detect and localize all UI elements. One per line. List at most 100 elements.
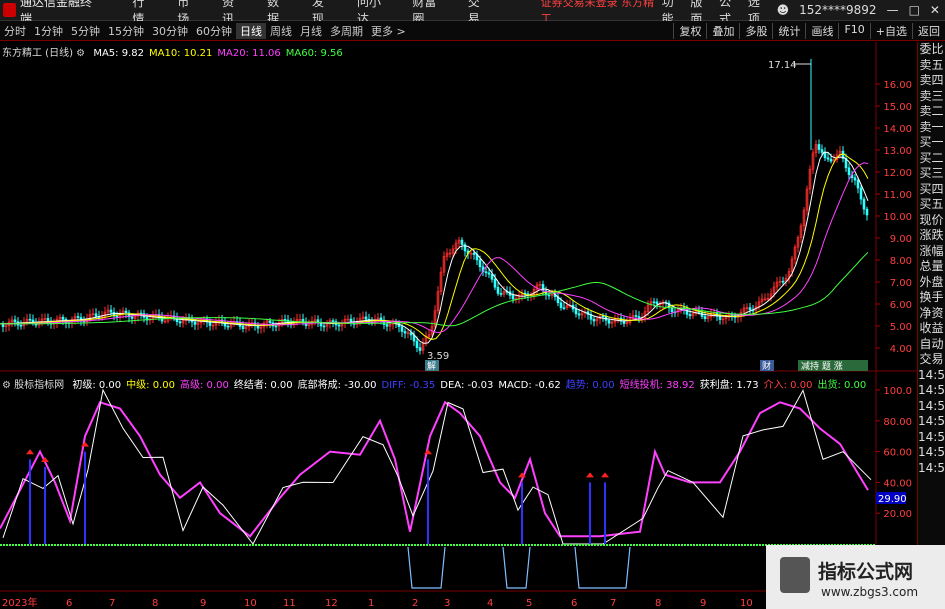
side-panel-item[interactable]: 买四 (918, 182, 945, 198)
indicator-settings-icon[interactable]: ⚙ (2, 380, 11, 391)
side-panel-item[interactable]: 总量 (918, 259, 945, 275)
period-15min[interactable]: 15分钟 (104, 23, 148, 39)
side-panel-item[interactable]: 卖一 (918, 120, 945, 136)
side-panel-item[interactable]: 收益 (918, 321, 945, 337)
period-weekly[interactable]: 周线 (266, 23, 296, 39)
side-panel-item[interactable]: 涨跌 (918, 228, 945, 244)
side-panel-item[interactable]: 买一 (918, 135, 945, 151)
side-panel-item[interactable]: 交易 (918, 352, 945, 368)
maximize-icon[interactable]: □ (904, 3, 925, 17)
side-panel-item[interactable]: 14:56 (918, 430, 945, 446)
candle-body (859, 187, 863, 200)
side-panel-item[interactable]: 涨幅 (918, 244, 945, 260)
main-chart-header: 东方精工 (日线) ⚙ MA5: 9.82 MA10: 10.21 MA20: 11… (2, 44, 343, 59)
side-panel-item[interactable]: 14:56 (918, 399, 945, 415)
period-5min[interactable]: 5分钟 (67, 23, 104, 39)
tool-stats[interactable]: 统计 (772, 22, 805, 39)
candle-body (418, 347, 422, 351)
date-tick-label: 7 (109, 598, 115, 609)
candle-body (19, 324, 23, 327)
side-panel-item[interactable]: 外盘 (918, 275, 945, 291)
side-panel-item[interactable]: 换手 (918, 290, 945, 306)
candle-body (403, 331, 407, 334)
candle-body (511, 295, 515, 300)
side-panel-item[interactable]: 卖四 (918, 73, 945, 89)
side-panel-item[interactable]: 买三 (918, 166, 945, 182)
indicator-readout: 终结者: 0.00 (233, 380, 293, 391)
candle-body (634, 315, 638, 317)
event-tags-label: 减持 题 涨 (801, 360, 843, 372)
indicator-readout: 获利盘: 1.73 (699, 380, 759, 391)
candle-body (856, 179, 860, 189)
price-tick-label: 7.00 (890, 278, 912, 289)
settings-icon[interactable]: ⚙ (76, 48, 85, 59)
indicator-tick-label: 80.00 (883, 417, 912, 428)
date-tick-label: 12 (325, 598, 338, 609)
period-more[interactable]: 更多 > (367, 23, 410, 39)
side-panel-item[interactable]: 买二 (918, 151, 945, 167)
tool-add-watchlist[interactable]: +自选 (869, 22, 912, 39)
ma20-line (0, 162, 869, 333)
indicator-readout: DEA: -0.03 (440, 380, 494, 391)
period-60min[interactable]: 60分钟 (192, 23, 236, 39)
tool-overlay[interactable]: 叠加 (706, 22, 739, 39)
indicator-axis: 100.0 80.00 60.00 40.00 20.00 29.90 (876, 386, 912, 520)
candle-body (61, 316, 65, 320)
period-multi[interactable]: 多周期 (326, 23, 367, 39)
tool-f10[interactable]: F10 (838, 22, 869, 39)
close-icon[interactable]: ✕ (925, 3, 945, 17)
side-panel-item[interactable]: 净资 (918, 306, 945, 322)
side-panel-item[interactable]: 自动 (918, 337, 945, 353)
account-id[interactable]: 152****9892 (794, 3, 881, 17)
side-panel-item[interactable]: 现价 (918, 213, 945, 229)
tool-back[interactable]: 返回 (912, 22, 945, 39)
side-panel-item[interactable]: 14:56 (918, 461, 945, 477)
candle-body (577, 313, 581, 316)
buy-arrow-icon (586, 472, 594, 478)
candle-body (655, 301, 659, 305)
tool-draw[interactable]: 画线 (805, 22, 838, 39)
candle-body (283, 319, 287, 321)
minimize-icon[interactable]: — (882, 3, 904, 17)
candle-body (337, 324, 341, 327)
candle-body (499, 293, 503, 295)
signal-block (407, 546, 446, 589)
period-1min[interactable]: 1分钟 (30, 23, 67, 39)
side-panel-item[interactable]: 14:56 (918, 445, 945, 461)
period-30min[interactable]: 30分钟 (148, 23, 192, 39)
indicator-tick-label: 20.00 (883, 509, 912, 520)
watermark-url: www.zbgs3.com (821, 585, 919, 599)
tool-multi-stock[interactable]: 多股 (739, 22, 772, 39)
side-panel-item[interactable]: 委比 (918, 42, 945, 58)
period-monthly[interactable]: 月线 (296, 23, 326, 39)
price-axis: 16.00 15.00 14.00 13.00 12.00 11.00 10.00 9.00 8… (876, 80, 912, 355)
price-tick-label: 11.00 (883, 190, 912, 201)
user-icon[interactable]: ☻ (772, 3, 795, 17)
candle-body (379, 317, 383, 321)
tool-adjust[interactable]: 复权 (673, 22, 706, 39)
side-panel-item[interactable]: 卖二 (918, 104, 945, 120)
candle-body (76, 316, 80, 318)
side-panel-item[interactable]: 卖三 (918, 89, 945, 105)
candle-body (541, 284, 545, 292)
candle-body (490, 273, 494, 280)
price-tick-label: 10.00 (883, 212, 912, 223)
candle-body (472, 252, 476, 255)
candle-body (607, 320, 611, 324)
side-panel-item[interactable]: 14:56 (918, 414, 945, 430)
side-panel-item[interactable]: 14:56 (918, 368, 945, 384)
app-logo-icon (3, 3, 17, 17)
side-panel-item[interactable]: 买五 (918, 197, 945, 213)
period-daily[interactable]: 日线 (236, 22, 266, 39)
indicator-tick-label: 100.0 (883, 386, 912, 397)
chart-area[interactable]: 16.0015.0014.0013.0012.0011.0010.009.008… (0, 42, 917, 609)
candle-body (823, 152, 827, 159)
stock-title[interactable]: 东方精工 (日线) (2, 48, 73, 59)
buy-arrow-icon (601, 472, 609, 478)
side-panel-item[interactable]: 卖五 (918, 58, 945, 74)
ma-readout: MA10: 10.21 (148, 48, 213, 59)
period-tick[interactable]: 分时 (0, 23, 30, 39)
candle-body (718, 316, 722, 320)
indicator-name[interactable]: 股标指标网 (14, 380, 64, 391)
side-panel-item[interactable]: 14:56 (918, 383, 945, 399)
